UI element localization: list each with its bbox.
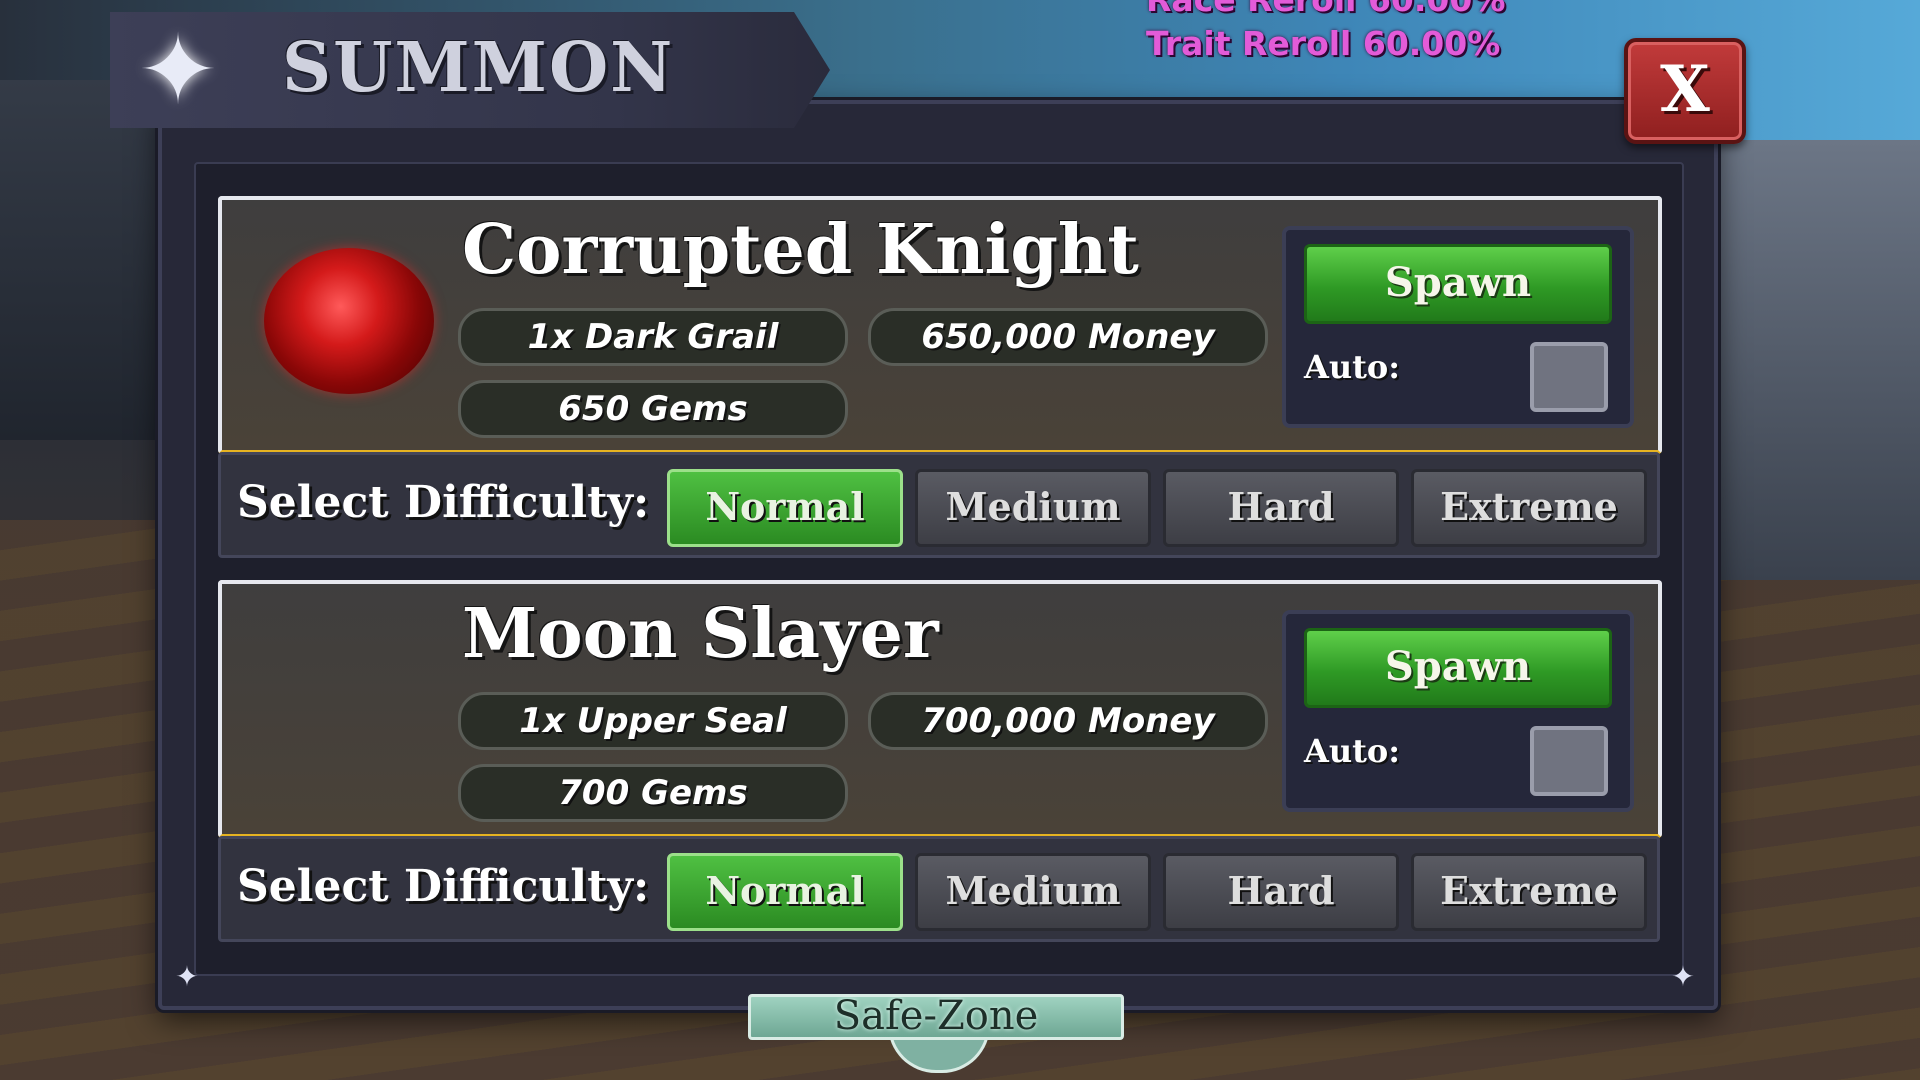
cost-item: 1x Dark Grail [458, 308, 848, 366]
auto-checkbox[interactable] [1530, 726, 1608, 796]
difficulty-medium-button[interactable]: Medium [915, 469, 1151, 547]
spawn-panel: Spawn Auto: [1282, 226, 1634, 428]
cost-gems: 650 Gems [458, 380, 848, 438]
boss-name: Moon Slayer [462, 594, 939, 674]
cost-money: 700,000 Money [868, 692, 1268, 750]
difficulty-normal-button[interactable]: Normal [667, 469, 903, 547]
spawn-panel: Spawn Auto: [1282, 610, 1634, 812]
close-button[interactable]: X [1624, 38, 1746, 144]
difficulty-hard-button[interactable]: Hard [1163, 469, 1399, 547]
window-title: SUMMON [282, 28, 675, 108]
cost-item: 1x Upper Seal [458, 692, 848, 750]
scenery-pillar-right [1700, 140, 1920, 580]
difficulty-row: Select Difficulty: Normal Medium Hard Ex… [218, 452, 1660, 558]
trait-reroll-text: Trait Reroll 60.00% [1146, 24, 1501, 63]
difficulty-label: Select Difficulty: [237, 861, 650, 912]
star-icon: ✦ [137, 14, 219, 126]
corner-star-icon: ✦ [175, 960, 199, 993]
boss-card-corrupted-knight: Corrupted Knight 1x Dark Grail 650,000 M… [218, 196, 1662, 454]
red-orb-icon [264, 248, 434, 394]
difficulty-medium-button[interactable]: Medium [915, 853, 1151, 931]
safe-zone-label: Safe-Zone [748, 994, 1124, 1040]
auto-label: Auto: [1304, 348, 1401, 386]
difficulty-extreme-button[interactable]: Extreme [1411, 853, 1647, 931]
difficulty-extreme-button[interactable]: Extreme [1411, 469, 1647, 547]
difficulty-label: Select Difficulty: [237, 477, 650, 528]
difficulty-normal-button[interactable]: Normal [667, 853, 903, 931]
spawn-button[interactable]: Spawn [1304, 628, 1612, 708]
boss-name: Corrupted Knight [462, 210, 1139, 290]
scenery-wall-left [0, 80, 180, 440]
cost-money: 650,000 Money [868, 308, 1268, 366]
boss-card-moon-slayer: Moon Slayer 1x Upper Seal 700,000 Money … [218, 580, 1662, 838]
auto-label: Auto: [1304, 732, 1401, 770]
race-reroll-text: Race Reroll 60.00% [1146, 0, 1505, 19]
cost-gems: 700 Gems [458, 764, 848, 822]
spawn-button[interactable]: Spawn [1304, 244, 1612, 324]
corner-star-icon: ✦ [1671, 960, 1695, 993]
auto-checkbox[interactable] [1530, 342, 1608, 412]
difficulty-row: Select Difficulty: Normal Medium Hard Ex… [218, 836, 1660, 942]
difficulty-hard-button[interactable]: Hard [1163, 853, 1399, 931]
